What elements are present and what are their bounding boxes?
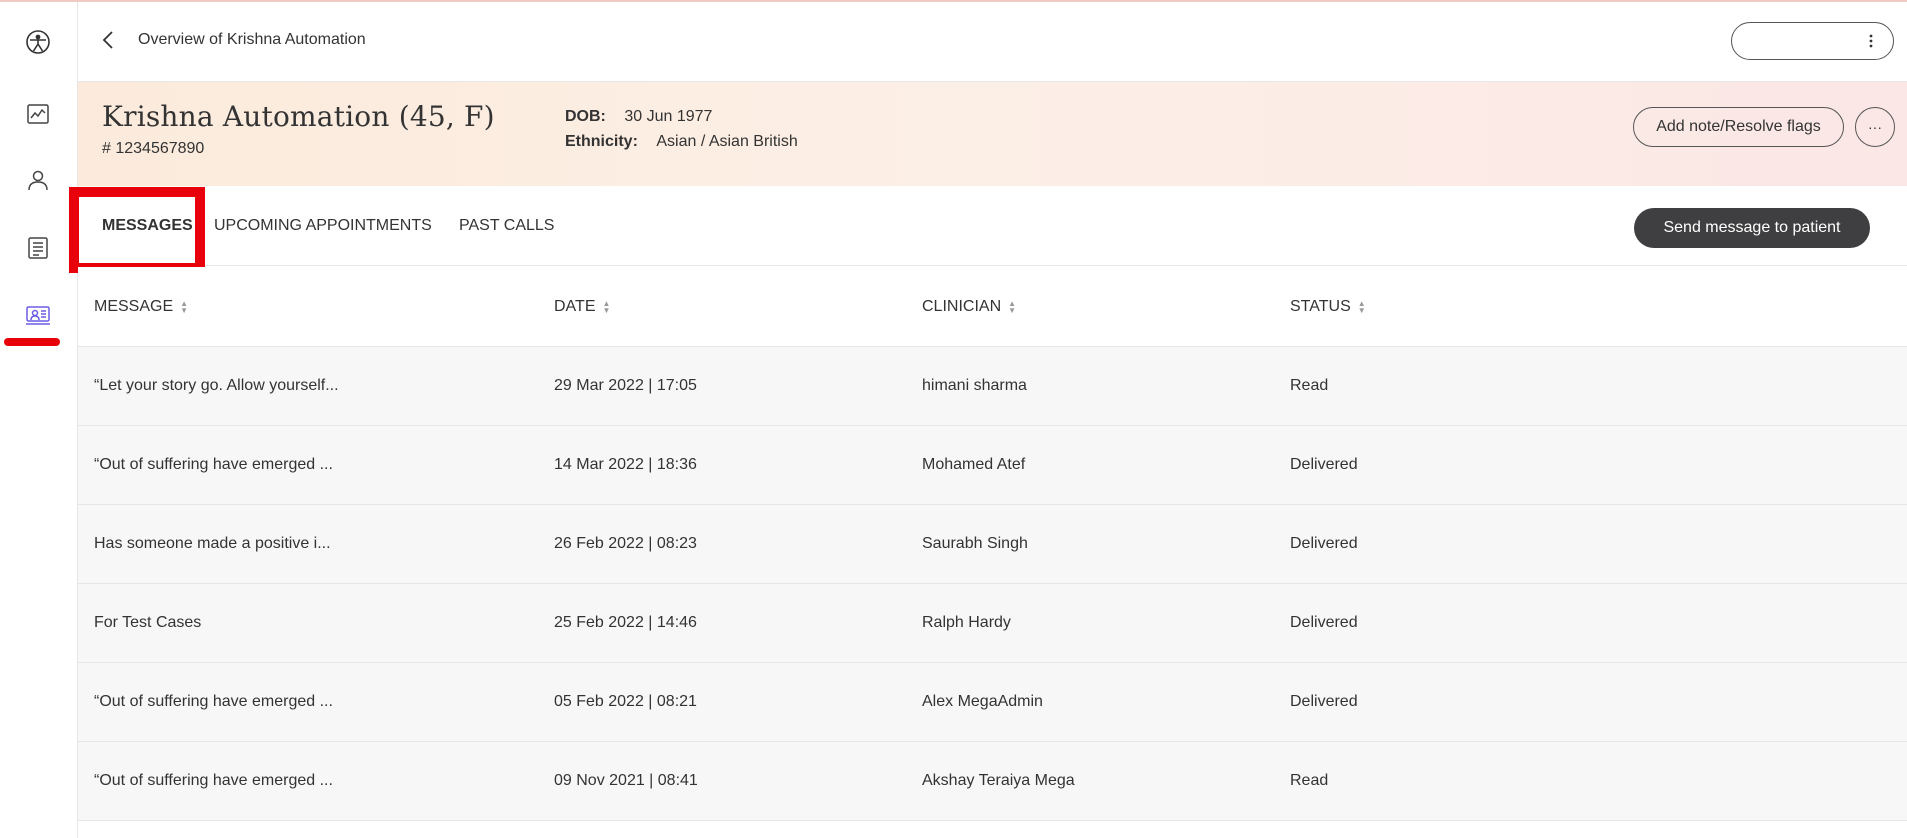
cell-status: Read (1290, 772, 1329, 789)
tab-messages[interactable]: MESSAGES (102, 217, 193, 235)
sort-icon[interactable]: ▲ ▼ (1358, 300, 1366, 315)
cell-message: “Let your story go. Allow yourself... (94, 377, 339, 394)
cell-clinician: Alex MegaAdmin (922, 693, 1043, 710)
cell-message: For Test Cases (94, 614, 202, 631)
dob-row: DOB: 30 Jun 1977 (565, 108, 712, 126)
patient-name: Krishna Automation (45, F) (102, 100, 495, 133)
tabs-bar: MESSAGES UPCOMING APPOINTMENTS PAST CALL… (78, 186, 1907, 266)
cell-message: “Out of suffering have emerged ... (94, 693, 333, 710)
ethnicity-row: Ethnicity: Asian / Asian British (565, 133, 798, 151)
account-menu-button[interactable] (1731, 22, 1894, 60)
tab-past-calls[interactable]: PAST CALLS (459, 217, 554, 235)
table-row[interactable]: “Let your story go. Allow yourself... 29… (78, 347, 1907, 426)
cell-status: Delivered (1290, 693, 1358, 710)
tab-upcoming-appointments[interactable]: UPCOMING APPOINTMENTS (214, 217, 432, 235)
cell-date: 05 Feb 2022 | 08:21 (554, 693, 697, 710)
sort-icon[interactable]: ▲ ▼ (602, 300, 610, 315)
table-row[interactable]: Has someone made a positive i... 26 Feb … (78, 505, 1907, 584)
ethnicity-value: Asian / Asian British (656, 133, 798, 150)
send-message-button[interactable]: Send message to patient (1634, 208, 1870, 248)
cell-clinician: himani sharma (922, 377, 1027, 394)
person-icon[interactable] (24, 166, 52, 194)
document-list-icon[interactable] (24, 234, 52, 262)
cell-message: “Out of suffering have emerged ... (94, 456, 333, 473)
sort-icon[interactable]: ▲ ▼ (180, 300, 188, 315)
cell-date: 09 Nov 2021 | 08:41 (554, 772, 698, 789)
cell-clinician: Ralph Hardy (922, 614, 1011, 631)
dob-value: 30 Jun 1977 (624, 108, 713, 125)
patient-id: # 1234567890 (102, 140, 205, 157)
patient-monitor-icon[interactable] (24, 302, 52, 330)
cell-message: “Out of suffering have emerged ... (94, 772, 333, 789)
column-header-date[interactable]: DATE ▲ ▼ (554, 298, 610, 316)
cell-date: 25 Feb 2022 | 14:46 (554, 614, 697, 631)
table-header: MESSAGE ▲ ▼ DATE ▲ ▼ CLINICIAN ▲ ▼ STATUS ▲… (78, 267, 1907, 347)
cell-clinician: Akshay Teraiya Mega (922, 772, 1075, 789)
top-header: Overview of Krishna Automation (78, 2, 1907, 82)
active-nav-marker (4, 338, 60, 346)
sort-icon[interactable]: ▲ ▼ (1008, 300, 1016, 315)
table-row[interactable]: “Out of suffering have emerged ... 09 No… (78, 742, 1907, 821)
kebab-menu-icon[interactable] (1863, 32, 1879, 50)
messages-table: MESSAGE ▲ ▼ DATE ▲ ▼ CLINICIAN ▲ ▼ STATUS ▲… (78, 267, 1907, 821)
logo-icon[interactable] (24, 28, 52, 56)
column-header-message[interactable]: MESSAGE ▲ ▼ (94, 298, 188, 316)
cell-date: 29 Mar 2022 | 17:05 (554, 377, 697, 394)
table-row[interactable]: For Test Cases 25 Feb 2022 | 14:46 Ralph… (78, 584, 1907, 663)
more-options-button[interactable]: ··· (1855, 107, 1895, 147)
column-header-status[interactable]: STATUS ▲ ▼ (1290, 298, 1366, 316)
add-note-button[interactable]: Add note/Resolve flags (1633, 107, 1844, 147)
table-row[interactable]: “Out of suffering have emerged ... 14 Ma… (78, 426, 1907, 505)
cell-date: 14 Mar 2022 | 18:36 (554, 456, 697, 473)
cell-status: Read (1290, 377, 1329, 394)
sidebar (0, 2, 78, 838)
page-title: Overview of Krishna Automation (138, 31, 366, 48)
cell-message: Has someone made a positive i... (94, 535, 331, 552)
dob-label: DOB: (565, 108, 606, 125)
column-header-label: STATUS (1290, 298, 1351, 315)
cell-status: Delivered (1290, 614, 1358, 631)
column-header-label: CLINICIAN (922, 298, 1002, 315)
column-header-label: MESSAGE (94, 298, 174, 315)
column-header-clinician[interactable]: CLINICIAN ▲ ▼ (922, 298, 1016, 316)
cell-date: 26 Feb 2022 | 08:23 (554, 535, 697, 552)
column-header-label: DATE (554, 298, 596, 315)
patient-banner: Krishna Automation (45, F) # 1234567890 … (78, 82, 1907, 186)
ethnicity-label: Ethnicity: (565, 133, 638, 150)
cell-status: Delivered (1290, 535, 1358, 552)
table-row[interactable]: “Out of suffering have emerged ... 05 Fe… (78, 663, 1907, 742)
back-arrow-icon[interactable] (96, 28, 120, 52)
cell-status: Delivered (1290, 456, 1358, 473)
chart-icon[interactable] (24, 100, 52, 128)
cell-clinician: Mohamed Atef (922, 456, 1026, 473)
cell-clinician: Saurabh Singh (922, 535, 1028, 552)
